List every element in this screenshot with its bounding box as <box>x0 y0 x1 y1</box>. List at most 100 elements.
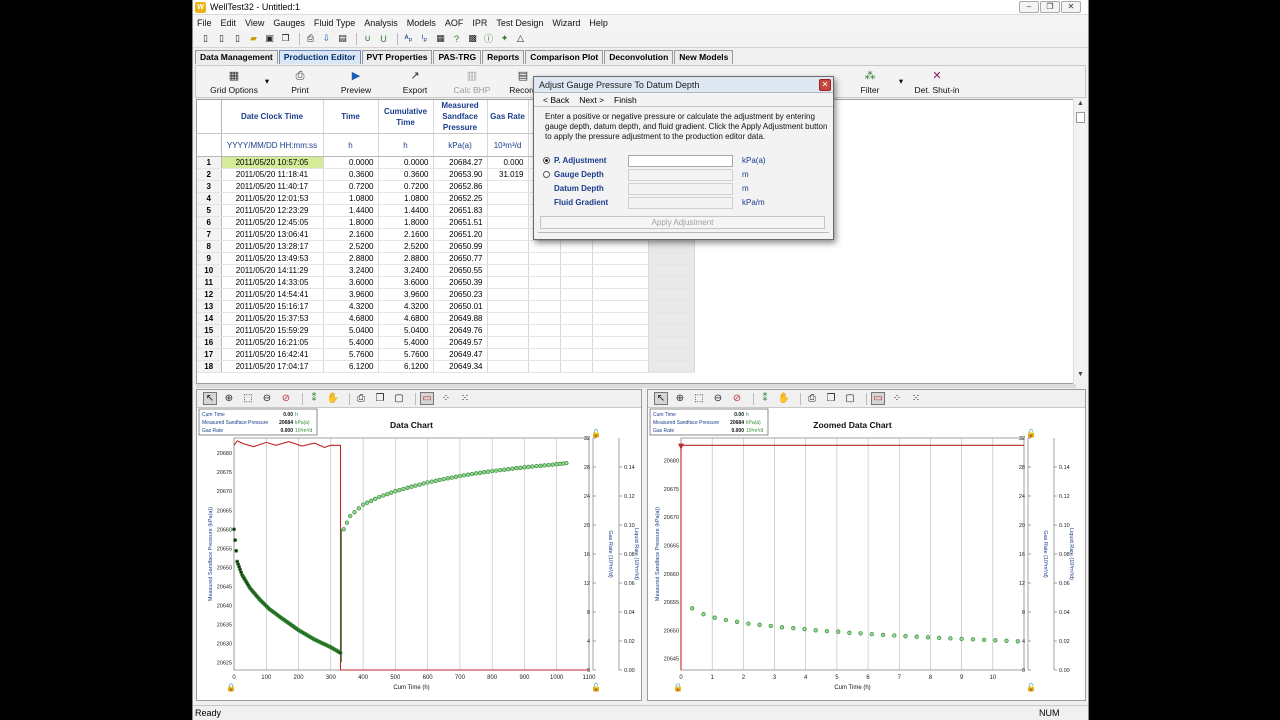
table-row[interactable]: 16 2011/05/20 16:21:05 5.4000 5.4000 20649.5… <box>197 336 695 349</box>
cell-sandface-pressure[interactable]: 20651.83 <box>433 204 488 217</box>
cell-empty[interactable] <box>592 324 649 337</box>
calc-bhp-button[interactable]: ▥ Calc BHP <box>448 70 496 95</box>
cell-empty[interactable] <box>648 312 695 325</box>
tab-pvt-properties[interactable]: PVT Properties <box>361 50 433 64</box>
cell-time[interactable]: 5.7600 <box>323 348 379 361</box>
cell-gas-rate[interactable] <box>487 192 529 205</box>
cell-time[interactable]: 2.1600 <box>323 228 379 241</box>
cell-sandface-pressure[interactable]: 20649.57 <box>433 336 488 349</box>
close-icon[interactable]: ✕ <box>1061 1 1081 13</box>
cell-gas-rate[interactable] <box>487 180 529 193</box>
pointer-icon[interactable]: ↖ <box>654 392 668 405</box>
cell-gas-rate[interactable] <box>487 240 529 253</box>
menu-edit[interactable]: Edit <box>221 18 237 28</box>
cell-date-clock-time[interactable]: 2011/05/20 15:37:53 <box>221 312 324 325</box>
table-row[interactable]: 13 2011/05/20 15:16:17 4.3200 4.3200 20650.0… <box>197 300 695 313</box>
grid-horizontal-scrollbar[interactable] <box>196 384 1076 388</box>
cell-time[interactable]: 0.0000 <box>323 156 379 169</box>
cell-cumulative-time[interactable]: 5.0400 <box>378 324 434 337</box>
zoom-reset-icon[interactable]: ⊘ <box>730 392 744 405</box>
cell-cumulative-time[interactable]: 0.3600 <box>378 168 434 181</box>
cell-sandface-pressure[interactable]: 20649.34 <box>433 360 488 373</box>
cell-cumulative-time[interactable]: 1.4400 <box>378 204 434 217</box>
cell-sandface-pressure[interactable]: 20651.20 <box>433 228 488 241</box>
cell-sandface-pressure[interactable]: 20684.27 <box>433 156 488 169</box>
cell-cumulative-time[interactable]: 2.1600 <box>378 228 434 241</box>
info-icon[interactable]: ⓘ <box>482 32 495 45</box>
col-header-gas-rate[interactable]: Gas Rate <box>487 100 529 134</box>
chart-mode-icon[interactable]: ▭ <box>871 392 885 405</box>
select-points-icon[interactable]: ⁑ <box>307 392 321 405</box>
cell-gas-rate[interactable] <box>487 348 529 361</box>
wizard-icon[interactable]: ✦ <box>498 32 511 45</box>
table-row[interactable]: 10 2011/05/20 14:11:29 3.2400 3.2400 20650.5… <box>197 264 695 277</box>
cell-empty[interactable] <box>528 324 561 337</box>
model-icon[interactable]: △ <box>514 32 527 45</box>
cell-time[interactable]: 5.0400 <box>323 324 379 337</box>
cell-sandface-pressure[interactable]: 20650.77 <box>433 252 488 265</box>
copy-chart-icon[interactable]: ❐ <box>373 392 387 405</box>
cell-empty[interactable] <box>592 264 649 277</box>
data-chart[interactable]: 0 100 200 300 400 500 600 700 800 900 1000 1100 2062… <box>197 408 641 700</box>
menu-test-design[interactable]: Test Design <box>496 18 543 28</box>
cell-gas-rate[interactable] <box>487 276 529 289</box>
chart-window-icon[interactable]: ▢ <box>392 392 406 405</box>
grid-icon[interactable]: ▦ <box>434 32 447 45</box>
tab-comparison-plot[interactable]: Comparison Plot <box>525 50 604 64</box>
table-row[interactable]: 18 2011/05/20 17:04:17 6.1200 6.1200 20649.3… <box>197 360 695 373</box>
cell-time[interactable]: 0.3600 <box>323 168 379 181</box>
cell-empty[interactable] <box>560 336 593 349</box>
cell-time[interactable]: 4.6800 <box>323 312 379 325</box>
tab-pas-trg[interactable]: PAS-TRG <box>433 50 482 64</box>
cell-date-clock-time[interactable]: 2011/05/20 12:01:53 <box>221 192 324 205</box>
scatter-select-icon[interactable]: ⁘ <box>890 392 904 405</box>
menu-ipr[interactable]: IPR <box>472 18 487 28</box>
cell-empty[interactable] <box>560 240 593 253</box>
cell-gas-rate[interactable] <box>487 264 529 277</box>
menu-aof[interactable]: AOF <box>445 18 464 28</box>
export-button[interactable]: ↗ Export <box>395 70 435 95</box>
cell-empty[interactable] <box>648 240 695 253</box>
cell-time[interactable]: 1.8000 <box>323 216 379 229</box>
cell-empty[interactable] <box>560 288 593 301</box>
menu-wizard[interactable]: Wizard <box>552 18 580 28</box>
cell-empty[interactable] <box>648 336 695 349</box>
minimize-icon[interactable]: – <box>1019 1 1039 13</box>
cell-sandface-pressure[interactable]: 20650.01 <box>433 300 488 313</box>
maximize-icon[interactable]: ❐ <box>1040 1 1060 13</box>
datum-depth-input[interactable] <box>628 183 733 195</box>
menu-file[interactable]: File <box>197 18 212 28</box>
pressure-icon[interactable]: ᴬₚ <box>402 32 415 45</box>
cell-empty[interactable] <box>648 348 695 361</box>
cell-empty[interactable] <box>648 324 695 337</box>
cell-sandface-pressure[interactable]: 20649.88 <box>433 312 488 325</box>
print-icon[interactable]: ⎙ <box>304 32 317 45</box>
cell-time[interactable]: 2.5200 <box>323 240 379 253</box>
grid-options-button[interactable]: ▦ Grid Options <box>206 70 262 95</box>
chart-window-icon[interactable]: ▢ <box>843 392 857 405</box>
cell-cumulative-time[interactable]: 3.2400 <box>378 264 434 277</box>
new-file-icon[interactable]: ▯ <box>199 32 212 45</box>
gauge-depth-input[interactable] <box>628 169 733 181</box>
cell-empty[interactable] <box>528 348 561 361</box>
undo-curve-icon[interactable]: U <box>377 32 390 45</box>
zoom-in-icon[interactable]: ⊕ <box>222 392 236 405</box>
col-header-date-clock-time[interactable]: Date Clock Time <box>221 100 324 134</box>
cell-date-clock-time[interactable]: 2011/05/20 15:59:29 <box>221 324 324 337</box>
cell-cumulative-time[interactable]: 2.8800 <box>378 252 434 265</box>
cell-empty[interactable] <box>592 360 649 373</box>
cell-empty[interactable] <box>592 240 649 253</box>
zoom-reset-icon[interactable]: ⊘ <box>279 392 293 405</box>
cell-empty[interactable] <box>560 348 593 361</box>
lasso-icon[interactable]: ⁙ <box>458 392 472 405</box>
cell-cumulative-time[interactable]: 1.0800 <box>378 192 434 205</box>
cell-cumulative-time[interactable]: 3.6000 <box>378 276 434 289</box>
save-icon[interactable]: ▣ <box>263 32 276 45</box>
back-button[interactable]: < Back <box>543 95 569 105</box>
col-header-time[interactable]: Time <box>323 100 379 134</box>
cell-empty[interactable] <box>528 252 561 265</box>
cell-empty[interactable] <box>528 288 561 301</box>
cell-empty[interactable] <box>648 276 695 289</box>
open-folder-icon[interactable]: ▰ <box>247 32 260 45</box>
p-adjustment-input[interactable] <box>628 155 733 167</box>
